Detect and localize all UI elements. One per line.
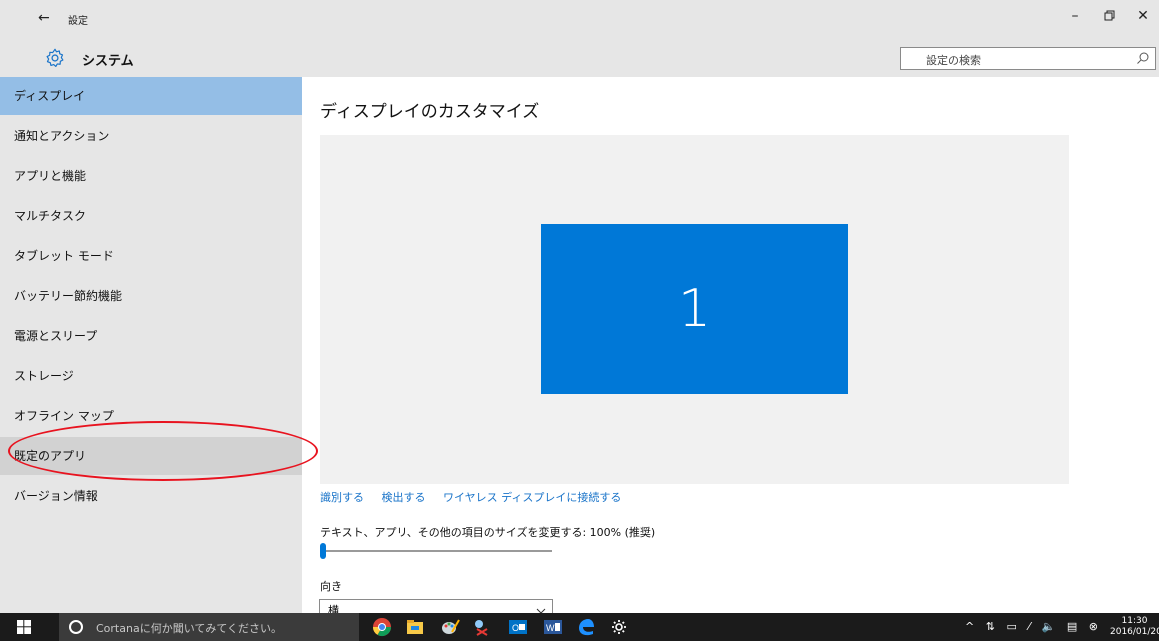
display-preview: 1	[320, 135, 1069, 484]
svg-text:W: W	[546, 623, 555, 633]
display-links: 識別する 検出する ワイヤレス ディスプレイに接続する	[320, 489, 635, 505]
restore-icon	[1104, 10, 1115, 21]
word-icon[interactable]: W	[543, 617, 563, 637]
start-button[interactable]	[0, 613, 48, 641]
sidebar: ディスプレイ 通知とアクション アプリと機能 マルチタスク タブレット モード …	[0, 77, 302, 613]
snipping-tool-icon[interactable]	[472, 617, 492, 637]
tray-network-icon[interactable]: ⁄	[1028, 620, 1030, 633]
minimize-button[interactable]: –	[1060, 8, 1090, 30]
sidebar-item-battery-saver[interactable]: バッテリー節約機能	[0, 277, 302, 315]
tray-status-icon[interactable]: ⊗	[1089, 620, 1098, 633]
windows-logo-icon	[17, 620, 31, 634]
sidebar-item-offline-maps[interactable]: オフライン マップ	[0, 397, 302, 435]
page-title: ディスプレイのカスタマイズ	[320, 102, 540, 122]
search-icon[interactable]	[1136, 51, 1150, 65]
scale-slider-track[interactable]	[321, 550, 552, 552]
sidebar-item-default-apps[interactable]: 既定のアプリ	[0, 437, 302, 475]
wireless-display-link[interactable]: ワイヤレス ディスプレイに接続する	[443, 491, 621, 504]
chrome-icon[interactable]	[372, 617, 392, 637]
sidebar-item-about[interactable]: バージョン情報	[0, 477, 302, 515]
section-title: システム	[82, 54, 134, 69]
sidebar-item-tablet-mode[interactable]: タブレット モード	[0, 237, 302, 275]
sidebar-item-multitasking[interactable]: マルチタスク	[0, 197, 302, 235]
detect-link[interactable]: 検出する	[382, 491, 426, 504]
taskbar: Cortanaに何か聞いてみてください。 O W ^ ⇅ ▭ ⁄ 🔈 ▤ ⊗ 1…	[0, 613, 1159, 641]
cortana-placeholder: Cortanaに何か聞いてみてください。	[96, 622, 283, 635]
settings-window: ← 設定 – ✕ システム 設定の検索 ディスプレイ 通知とアクション アプリと…	[0, 0, 1159, 623]
edge-icon[interactable]	[576, 617, 596, 637]
maximize-button[interactable]	[1095, 10, 1125, 32]
file-explorer-icon[interactable]	[405, 617, 425, 637]
tray-expand-icon[interactable]: ^	[965, 620, 974, 633]
svg-text:O: O	[512, 623, 519, 633]
clock-time: 11:30	[1121, 616, 1148, 626]
tray-sync-icon[interactable]: ⇅	[986, 620, 995, 633]
orientation-label: 向き	[320, 580, 342, 593]
search-input[interactable]: 設定の検索	[900, 47, 1156, 70]
sidebar-item-display[interactable]: ディスプレイ	[0, 77, 302, 115]
paint-icon[interactable]	[440, 617, 460, 637]
identify-link[interactable]: 識別する	[320, 491, 364, 504]
taskbar-clock[interactable]: 11:30 2016/01/20	[1110, 616, 1159, 638]
outlook-icon[interactable]: O	[508, 617, 528, 637]
scale-label: テキスト、アプリ、その他の項目のサイズを変更する: 100% (推奨)	[320, 526, 656, 539]
clock-date: 2016/01/20	[1110, 627, 1159, 637]
cortana-icon	[69, 620, 83, 634]
back-arrow-icon[interactable]: ←	[38, 10, 50, 26]
action-center-icon[interactable]: ▤	[1067, 620, 1077, 633]
sidebar-item-power-sleep[interactable]: 電源とスリープ	[0, 317, 302, 355]
monitor-tile[interactable]: 1	[541, 224, 848, 394]
window-title: 設定	[68, 16, 88, 27]
tray-battery-icon[interactable]: ▭	[1006, 620, 1016, 633]
system-tray: ^ ⇅ ▭ ⁄ 🔈 ▤ ⊗	[965, 620, 1106, 633]
search-placeholder: 設定の検索	[926, 54, 981, 67]
sidebar-item-apps-features[interactable]: アプリと機能	[0, 157, 302, 195]
tray-volume-icon[interactable]: 🔈	[1042, 620, 1056, 633]
sidebar-item-storage[interactable]: ストレージ	[0, 357, 302, 395]
settings-icon[interactable]	[609, 617, 629, 637]
gear-icon	[46, 48, 64, 68]
close-button[interactable]: ✕	[1128, 8, 1158, 30]
title-bar: ← 設定 – ✕	[0, 0, 1159, 38]
sidebar-item-notifications[interactable]: 通知とアクション	[0, 117, 302, 155]
settings-header: システム 設定の検索	[0, 38, 1159, 77]
cortana-search-box[interactable]: Cortanaに何か聞いてみてください。	[59, 613, 359, 641]
scale-slider-thumb[interactable]	[320, 543, 326, 559]
